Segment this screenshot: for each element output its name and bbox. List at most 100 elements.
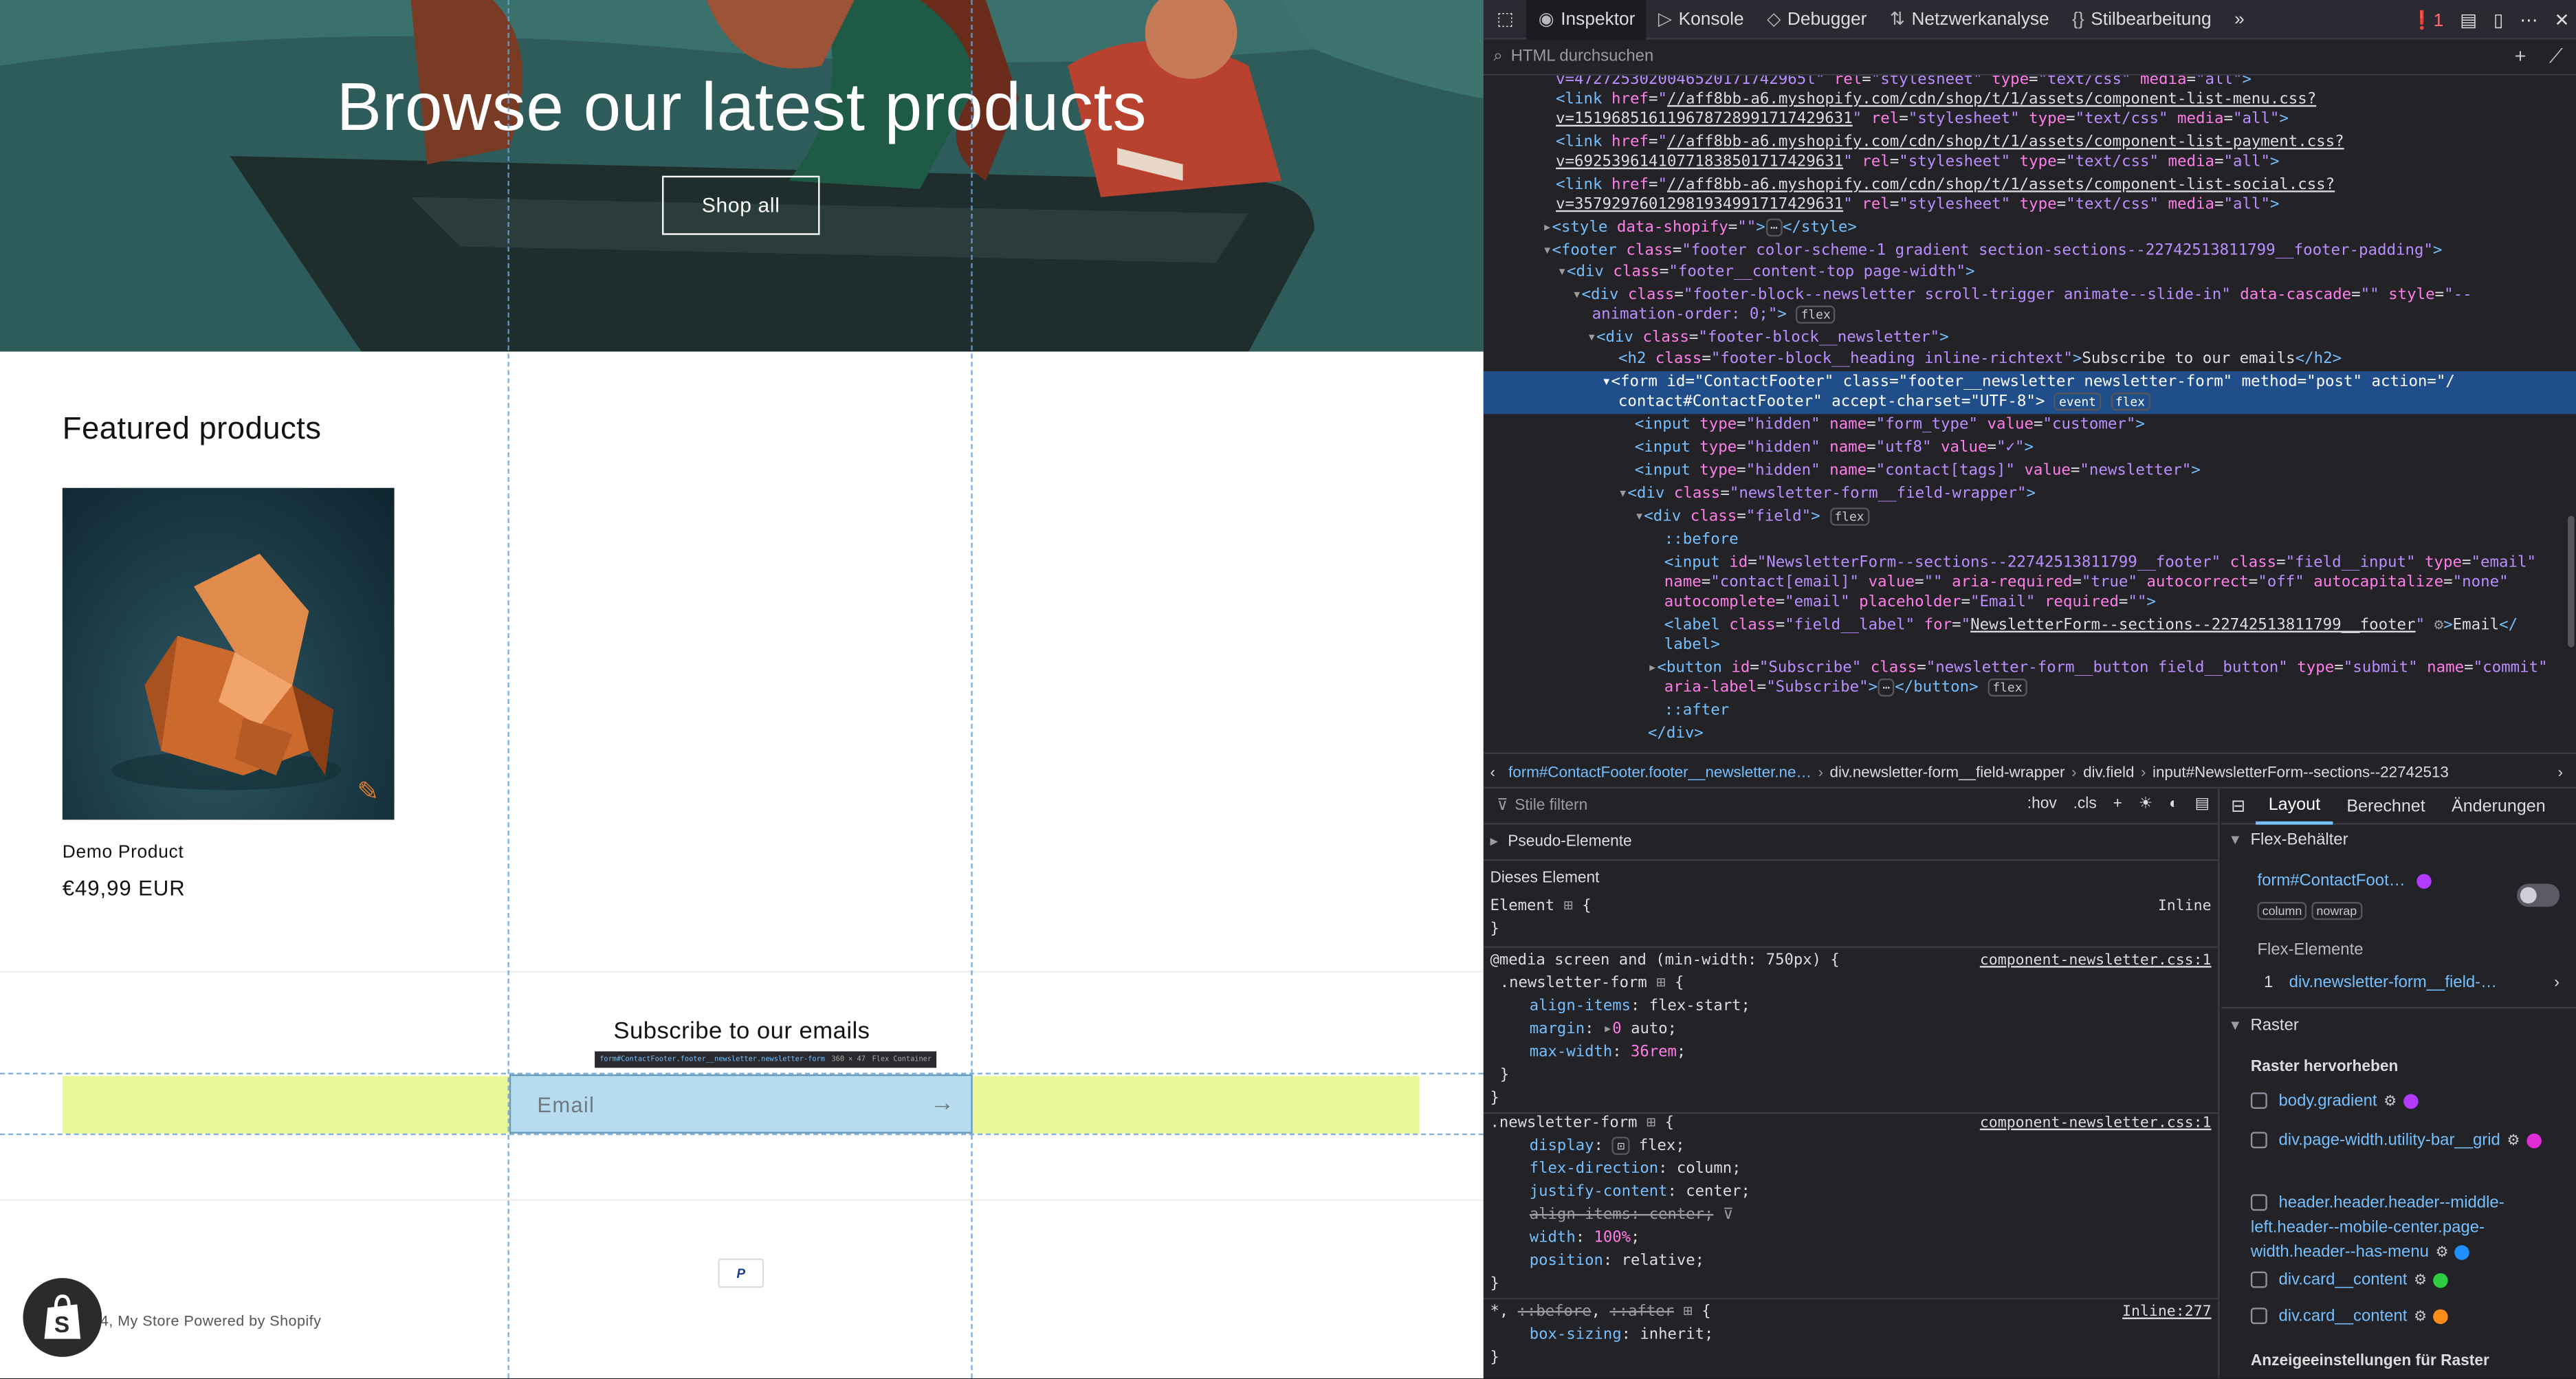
- pseudo-elements-section[interactable]: ▸ Pseudo-Elemente: [1483, 825, 2219, 861]
- tab-console[interactable]: ▷ Konsole: [1647, 0, 1755, 38]
- grid-item-row[interactable]: body.gradient ⚙: [2221, 1092, 2576, 1110]
- rule-selector[interactable]: .newsletter-form ⊞ {: [1500, 973, 1684, 995]
- gear-icon[interactable]: ⚙: [2507, 1129, 2520, 1154]
- markup-line[interactable]: ▾<div class="newsletter-form__field-wrap…: [1618, 483, 2036, 505]
- markup-line[interactable]: <input type="hidden" name="contact[tags]…: [1635, 460, 2201, 481]
- rule-selector[interactable]: .newsletter-form ⊞ {: [1490, 1112, 1674, 1135]
- split-console-icon[interactable]: ▤: [2460, 9, 2477, 31]
- grid-item-row[interactable]: div.page-width.utility-bar__grid ⚙: [2221, 1129, 2550, 1154]
- product-image[interactable]: ✎: [62, 487, 395, 820]
- gear-icon[interactable]: ⚙: [2414, 1308, 2427, 1325]
- grid-color-dot[interactable]: [2403, 1094, 2419, 1109]
- breadcrumb-item[interactable]: div.field: [2077, 762, 2141, 780]
- breadcrumb-item[interactable]: div.newsletter-form__field-wrapper: [1823, 762, 2071, 780]
- grid-color-dot[interactable]: [2527, 1133, 2542, 1149]
- css-declaration[interactable]: display: ⊡ flex;: [1530, 1135, 1685, 1158]
- markup-line[interactable]: ▸<button id="Subscribe" class="newslette…: [1648, 657, 2548, 679]
- markup-line[interactable]: ▾<div class="footer-block--newsletter sc…: [1572, 284, 2472, 305]
- tab-computed[interactable]: Berechnet: [2333, 788, 2439, 824]
- add-rule-icon[interactable]: +: [2113, 795, 2122, 813]
- tab-changes[interactable]: Änderungen: [2439, 788, 2559, 824]
- hover-state-toggle[interactable]: :hov: [2027, 795, 2057, 813]
- breadcrumb-prev-icon[interactable]: ‹: [1484, 762, 1502, 780]
- print-media-icon[interactable]: ▤: [2195, 795, 2210, 813]
- markup-line[interactable]: ▾<div class="footer-block__newsletter">: [1587, 327, 1948, 349]
- grid-checkbox[interactable]: [2250, 1093, 2267, 1110]
- markup-line[interactable]: aria-label="Subscribe"> ⋯ </button> flex: [1664, 677, 2027, 698]
- markup-line[interactable]: v=151968516119678728991717429631" rel="s…: [1556, 109, 2289, 130]
- grid-item-row[interactable]: div.card__content ⚙: [2221, 1272, 2576, 1290]
- more-tabs-chevron-icon[interactable]: »: [2223, 0, 2256, 38]
- grid-color-dot[interactable]: [2433, 1309, 2449, 1324]
- grid-item-row[interactable]: div.card__content ⚙: [2221, 1308, 2576, 1325]
- element-picker-icon[interactable]: ⬚: [1484, 0, 1527, 38]
- grid-checkbox[interactable]: [2250, 1195, 2267, 1212]
- shop-all-button[interactable]: Shop all: [662, 175, 820, 235]
- light-theme-icon[interactable]: ☀: [2139, 795, 2153, 813]
- tab-style-editor[interactable]: {} Stilbearbeitung: [2060, 0, 2223, 38]
- tab-inspector[interactable]: ◉ Inspektor: [1527, 0, 1647, 39]
- markup-line-selected[interactable]: ▾<form id="ContactFooter" class="footer_…: [1602, 371, 2455, 393]
- product-name[interactable]: Demo Product: [63, 843, 184, 863]
- more-options-icon[interactable]: ⋯: [2520, 9, 2538, 31]
- shopify-bag-icon[interactable]: S: [23, 1278, 102, 1357]
- styles-filter-input[interactable]: Stile filtern: [1515, 797, 1587, 815]
- markup-line[interactable]: <link href="//aff8bb-a6.myshopify.com/cd…: [1556, 89, 2316, 110]
- markup-line[interactable]: v=69253961410771838501717429631" rel="st…: [1556, 151, 2279, 173]
- rule-source-link[interactable]: component-newsletter.css:1: [1980, 1116, 2212, 1132]
- markup-line[interactable]: <link href="//aff8bb-a6.myshopify.com/cd…: [1556, 131, 2344, 153]
- grid-checkbox[interactable]: [2250, 1272, 2267, 1289]
- markup-line[interactable]: <h2 class="footer-block__heading inline-…: [1618, 349, 2342, 370]
- breadcrumb-item[interactable]: input#NewsletterForm--sections--22742513: [2146, 762, 2455, 780]
- css-declaration[interactable]: max-width: 36rem;: [1530, 1041, 1686, 1064]
- rule-selector[interactable]: *, ::before, ::after ⊞ {: [1490, 1301, 1710, 1324]
- markup-line[interactable]: v=35792976012981934991717429631" rel="st…: [1556, 194, 2279, 215]
- grid-color-dot[interactable]: [2433, 1272, 2449, 1288]
- close-icon[interactable]: ✕: [2554, 9, 2569, 31]
- responsive-design-icon[interactable]: ▯: [2494, 9, 2503, 31]
- gear-icon[interactable]: ⚙: [2384, 1092, 2397, 1110]
- css-declaration-overridden[interactable]: align-items: center; ⊽: [1530, 1204, 1734, 1227]
- grid-item-row[interactable]: header.header.header--middle-left.header…: [2221, 1191, 2550, 1266]
- dark-theme-icon[interactable]: ◐: [2169, 795, 2179, 813]
- newsletter-email-input[interactable]: Email →: [509, 1074, 973, 1134]
- toggle-sidebar-icon[interactable]: ⊟: [2221, 788, 2256, 824]
- markup-line[interactable]: ::after: [1664, 700, 1729, 721]
- markup-line-selected[interactable]: contact#ContactFooter" accept-charset="U…: [1618, 391, 2150, 412]
- subscribe-arrow-icon[interactable]: →: [930, 1089, 955, 1117]
- grid-color-dot[interactable]: [2455, 1245, 2470, 1260]
- html-search-input[interactable]: HTML durchsuchen: [1511, 47, 1654, 65]
- css-declaration[interactable]: width: 100%;: [1530, 1227, 1640, 1250]
- rule-selector[interactable]: Element ⊞ {: [1490, 895, 1591, 918]
- eyedropper-icon[interactable]: ⟋: [2549, 45, 2563, 69]
- markup-line[interactable]: <label class="field__label" for="Newslet…: [1664, 615, 2518, 636]
- markup-line[interactable]: ▾<div class="footer__content-top page-wi…: [1557, 261, 1974, 283]
- html-search-bar[interactable]: ⌕ HTML durchsuchen + ⟋: [1483, 39, 2576, 76]
- markup-line[interactable]: autocomplete="email" placeholder="Email"…: [1664, 591, 2156, 613]
- markup-line[interactable]: label>: [1664, 634, 1720, 655]
- edit-pencil-icon[interactable]: ✎: [351, 777, 384, 810]
- gear-icon[interactable]: ⚙: [2414, 1272, 2427, 1290]
- markup-line[interactable]: ▾<footer class="footer color-scheme-1 gr…: [1543, 240, 2443, 261]
- grid-checkbox[interactable]: [2250, 1132, 2267, 1149]
- rule-source-link[interactable]: component-newsletter.css:1: [1980, 953, 2212, 969]
- add-node-icon[interactable]: +: [2515, 45, 2527, 69]
- markup-line[interactable]: <input type="hidden" name="utf8" value="…: [1635, 437, 2034, 459]
- flex-item-row[interactable]: 1 div.newsletter-form__field-… ›: [2221, 974, 2576, 992]
- markup-line[interactable]: <input type="hidden" name="form_type" va…: [1635, 414, 2145, 435]
- gear-icon[interactable]: ⚙: [2435, 1240, 2448, 1265]
- markup-line[interactable]: </div>: [1648, 722, 1704, 744]
- css-declaration[interactable]: justify-content: center;: [1530, 1181, 1750, 1204]
- grid-checkbox[interactable]: [2250, 1308, 2267, 1325]
- css-declaration[interactable]: align-items: flex-start;: [1530, 995, 1750, 1018]
- markup-scrollbar[interactable]: [2568, 516, 2575, 648]
- tab-layout[interactable]: Layout: [2255, 788, 2334, 824]
- grid-section-header[interactable]: ▾ Raster: [2221, 1017, 2576, 1035]
- error-count-badge[interactable]: ❗1: [2411, 9, 2443, 31]
- markup-line[interactable]: ::before: [1664, 529, 1739, 550]
- css-declaration[interactable]: position: relative;: [1530, 1250, 1704, 1273]
- css-declaration[interactable]: margin: ▸0 auto;: [1530, 1019, 1677, 1041]
- markup-line[interactable]: ▾<div class="field"> flex: [1635, 506, 1869, 527]
- highlight-color-dot[interactable]: [2416, 873, 2432, 889]
- breadcrumb-item[interactable]: form#ContactFooter.footer__newsletter.ne…: [1501, 762, 1818, 780]
